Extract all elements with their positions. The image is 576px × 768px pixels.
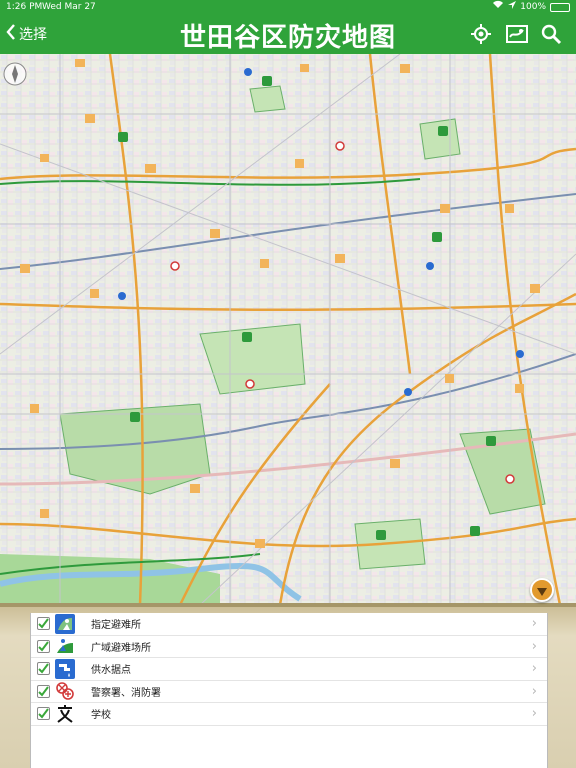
- battery-percent: 100%: [520, 2, 546, 12]
- status-bar: 1:26 PM Wed Mar 27 100%: [0, 0, 576, 14]
- legend-row-shelter[interactable]: 指定避难所 ›: [31, 613, 547, 636]
- legend-row-water-supply[interactable]: 供水据点 ›: [31, 658, 547, 681]
- wifi-icon: [492, 0, 504, 14]
- shelter-icon: [55, 613, 75, 634]
- water-supply-icon: [55, 658, 75, 679]
- legend-panel: 指定避难所 › 广域避难场所 › 供水据点 › 警察署、消防署 › 学校 ›: [0, 603, 576, 768]
- checkbox-evacuation-area[interactable]: [37, 639, 50, 653]
- checkbox-shelter[interactable]: [37, 617, 50, 631]
- location-arrow-icon: [508, 0, 517, 14]
- chevron-down-icon: [537, 581, 547, 600]
- nav-bar: 选择 世田谷区防灾地图: [0, 14, 576, 54]
- legend-label-school: 学校: [91, 710, 111, 722]
- compass-icon[interactable]: [3, 62, 27, 86]
- chevron-right-icon: ›: [531, 661, 537, 677]
- chevron-right-icon: ›: [531, 638, 537, 654]
- status-date: Wed Mar 27: [42, 2, 96, 12]
- panel-toggle-button[interactable]: [530, 578, 554, 602]
- chevron-right-icon: ›: [531, 616, 537, 632]
- locate-icon[interactable]: [470, 23, 492, 45]
- search-icon[interactable]: [540, 23, 562, 45]
- map-layers-icon[interactable]: [505, 23, 528, 45]
- police-fire-icon: [55, 681, 75, 702]
- chevron-right-icon: ›: [531, 706, 537, 722]
- legend-row-police-fire[interactable]: 警察署、消防署 ›: [31, 681, 547, 703]
- status-time: 1:26 PM: [6, 2, 43, 12]
- evacuation-area-icon: [55, 636, 75, 657]
- legend-row-evacuation-area[interactable]: 广域避难场所 ›: [31, 636, 547, 658]
- legend-label-police-fire: 警察署、消防署: [91, 687, 161, 699]
- checkbox-police-fire[interactable]: [37, 684, 50, 698]
- panel-divider: [0, 603, 576, 607]
- legend-label-water-supply: 供水据点: [91, 665, 131, 677]
- disaster-map[interactable]: [0, 54, 576, 605]
- legend-label-evacuation-area: 广域避难场所: [91, 642, 151, 654]
- chevron-right-icon: ›: [531, 683, 537, 699]
- map-canvas[interactable]: [0, 54, 576, 605]
- app-header: 1:26 PM Wed Mar 27 100% 选择 世田谷区防灾地图: [0, 0, 576, 54]
- school-icon: [55, 703, 75, 724]
- legend-row-school[interactable]: 学校 ›: [31, 703, 547, 726]
- battery-icon: [550, 2, 570, 12]
- checkbox-water-supply[interactable]: [37, 662, 50, 676]
- legend-label-shelter: 指定避难所: [91, 620, 141, 632]
- checkbox-school[interactable]: [37, 707, 50, 721]
- status-indicators: 100%: [492, 0, 570, 14]
- legend-list: 指定避难所 › 广域避难场所 › 供水据点 › 警察署、消防署 › 学校 ›: [30, 613, 548, 768]
